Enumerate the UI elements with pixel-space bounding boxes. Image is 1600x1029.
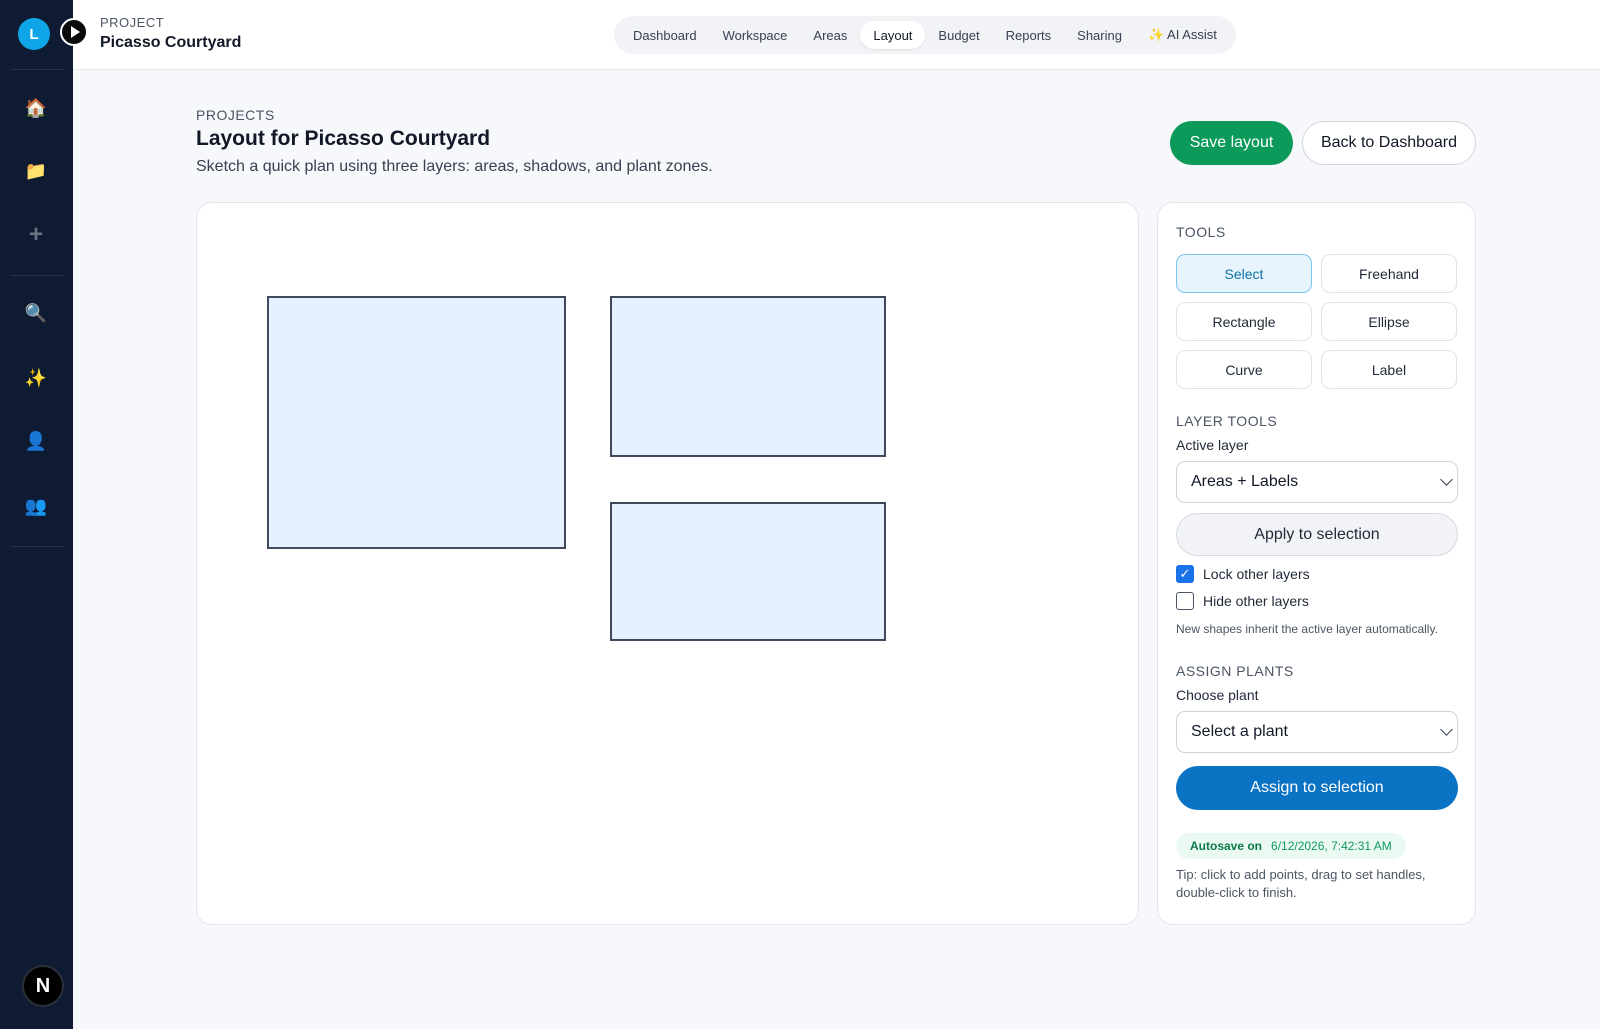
plant-select[interactable]: Select a plant (1176, 711, 1458, 753)
save-layout-button[interactable]: Save layout (1170, 121, 1293, 165)
canvas-shape-rectangle[interactable] (610, 502, 886, 641)
active-layer-label: Active layer (1176, 437, 1249, 453)
search-icon[interactable]: 🔍 (18, 295, 54, 331)
assign-plants-title: ASSIGN PLANTS (1176, 663, 1294, 679)
layout-canvas[interactable] (196, 202, 1139, 925)
rail-divider (10, 546, 65, 547)
play-icon[interactable] (60, 18, 88, 46)
tools-section-title: TOOLS (1176, 224, 1226, 240)
chevron-down-icon (1440, 473, 1453, 486)
user-avatar[interactable]: L (18, 18, 50, 50)
lock-layers-checkbox[interactable]: ✓ (1176, 565, 1194, 583)
tab-areas[interactable]: Areas (800, 21, 860, 49)
apply-to-selection-button[interactable]: Apply to selection (1176, 513, 1458, 556)
tab-reports[interactable]: Reports (993, 21, 1065, 49)
canvas-shape-rectangle[interactable] (610, 296, 886, 457)
page-title: Layout for Picasso Courtyard (196, 127, 491, 150)
rail-divider (10, 69, 65, 70)
tool-rectangle-button[interactable]: Rectangle (1176, 302, 1312, 341)
tool-freehand-button[interactable]: Freehand (1321, 254, 1457, 293)
user-icon[interactable]: 👤 (18, 423, 54, 459)
tab-layout[interactable]: Layout (860, 21, 926, 49)
plus-icon[interactable]: + (18, 217, 54, 253)
autosave-timestamp: 6/12/2026, 7:42:31 AM (1271, 839, 1392, 853)
curve-tip: Tip: click to add points, drag to set ha… (1176, 867, 1426, 900)
back-to-dashboard-button[interactable]: Back to Dashboard (1302, 121, 1476, 165)
hide-layers-checkbox[interactable] (1176, 592, 1194, 610)
tools-panel: TOOLS Select Freehand Rectangle Ellipse … (1157, 202, 1476, 925)
hide-layers-row[interactable]: Hide other layers (1176, 592, 1309, 610)
inherit-hint: New shapes inherit the active layer auto… (1176, 622, 1438, 636)
top-bar: PROJECT Picasso Courtyard Dashboard Work… (60, 0, 1600, 70)
autosave-badge: Autosave on 6/12/2026, 7:42:31 AM (1176, 833, 1406, 859)
chevron-down-icon (1440, 723, 1453, 736)
tool-curve-button[interactable]: Curve (1176, 350, 1312, 389)
project-kicker: PROJECT (100, 15, 165, 30)
tab-budget[interactable]: Budget (925, 21, 992, 49)
bottom-badge[interactable]: N (22, 965, 64, 1007)
assign-to-selection-button[interactable]: Assign to selection (1176, 766, 1458, 810)
choose-plant-label: Choose plant (1176, 687, 1259, 703)
sparkles-icon[interactable]: ✨ (18, 360, 54, 396)
layer-tools-title: LAYER TOOLS (1176, 413, 1278, 429)
main-nav: Dashboard Workspace Areas Layout Budget … (614, 16, 1236, 54)
hide-layers-label: Hide other layers (1203, 593, 1309, 609)
tab-sharing[interactable]: Sharing (1064, 21, 1135, 49)
tab-ai-assist[interactable]: ✨ AI Assist (1135, 21, 1230, 49)
tool-label-button[interactable]: Label (1321, 350, 1457, 389)
users-icon[interactable]: 👥 (18, 488, 54, 524)
page-subtitle: Sketch a quick plan using three layers: … (196, 158, 713, 175)
breadcrumb: PROJECTS (196, 107, 275, 123)
left-rail: L 🏠 📁 + 🔍 ✨ 👤 👥 N (0, 0, 73, 1029)
plant-select-value: Select a plant (1191, 723, 1288, 740)
lock-layers-row[interactable]: ✓ Lock other layers (1176, 565, 1310, 583)
tab-workspace[interactable]: Workspace (710, 21, 801, 49)
active-layer-value: Areas + Labels (1191, 473, 1299, 490)
autosave-label: Autosave on (1190, 839, 1263, 853)
rail-divider (10, 275, 65, 276)
canvas-shape-rectangle[interactable] (267, 296, 566, 549)
active-layer-select[interactable]: Areas + Labels (1176, 461, 1458, 503)
folder-icon[interactable]: 📁 (18, 153, 54, 189)
tool-select-button[interactable]: Select (1176, 254, 1312, 293)
tab-dashboard[interactable]: Dashboard (620, 21, 710, 49)
home-icon[interactable]: 🏠 (18, 90, 54, 126)
tool-ellipse-button[interactable]: Ellipse (1321, 302, 1457, 341)
lock-layers-label: Lock other layers (1203, 566, 1310, 582)
project-name: Picasso Courtyard (100, 34, 242, 51)
